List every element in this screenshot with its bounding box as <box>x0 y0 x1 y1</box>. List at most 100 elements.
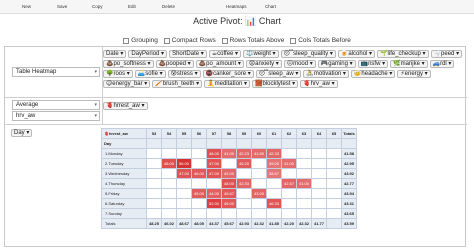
field-pill[interactable]: Date ▾ <box>103 50 127 58</box>
column-total: 48.67 <box>176 218 192 229</box>
field-pill[interactable]: 🪥brush_teeth ▾ <box>152 80 203 88</box>
field-pill[interactable]: 🫀hrv_aw ▾ <box>300 80 338 88</box>
divider <box>5 97 467 98</box>
heatmap-cell <box>191 178 207 189</box>
field-pill[interactable]: ShortDate ▾ <box>169 50 207 58</box>
delete-button[interactable]: Delete <box>162 4 175 9</box>
save-button[interactable]: Save <box>57 4 67 9</box>
column-header: 59 <box>236 128 252 139</box>
column-total: 48.25 <box>146 218 162 229</box>
checkbox-box[interactable] <box>290 37 297 44</box>
header-filler <box>296 138 312 149</box>
heatmap-cell <box>311 208 327 219</box>
row-total: 42.95 <box>341 158 357 169</box>
row-field-pill[interactable]: Day ▾ <box>11 129 33 137</box>
field-pill[interactable]: 🚽peed ▾ <box>430 50 463 58</box>
heatmap-cell: 42.00 <box>221 168 237 179</box>
field-pill[interactable]: 🚙rdl ▾ <box>429 60 455 68</box>
row-total: 41.58 <box>341 148 357 159</box>
field-pill[interactable]: 🌱life_checkup ▾ <box>377 50 429 58</box>
heatmap-cell <box>311 198 327 209</box>
field-pill[interactable]: 🚭canker_sore ▾ <box>202 70 254 78</box>
heatmap-cell <box>146 168 162 179</box>
field-pill[interactable]: 😉energy_bar ▾ <box>103 80 151 88</box>
row-header: 4.Thursday <box>101 178 147 189</box>
heatmap-cell: 41.00 <box>281 158 297 169</box>
heatmap-cell <box>161 188 177 199</box>
heatmaps-button[interactable]: Heatmaps <box>226 4 247 9</box>
totals-row: Totals 48.25 46.02 48.67 48.05 44.37 45.67 42.9… <box>101 218 357 229</box>
checkbox-box[interactable] <box>123 37 130 44</box>
heatmap-cell: 42.67 <box>281 178 297 189</box>
grouping-checkbox[interactable]: Grouping <box>123 37 158 44</box>
chevron-down-icon: ▾ <box>94 69 97 75</box>
heatmap-cell: 42.33 <box>266 148 282 159</box>
checkbox-box[interactable] <box>221 37 228 44</box>
field-pill[interactable]: 💩po_amount ▾ <box>195 60 244 68</box>
heatmap-cell <box>236 208 252 219</box>
heatmap-cell <box>266 188 282 199</box>
chevron-down-icon: ▾ <box>94 113 97 119</box>
heatmap-cell <box>326 188 342 199</box>
field-pill[interactable]: 🛋️sofie ▾ <box>134 70 166 78</box>
heatmap-cell <box>236 168 252 179</box>
field-pill[interactable]: 😐mood ▾ <box>283 60 316 68</box>
field-pill[interactable]: 🚴motivation ▾ <box>303 70 349 78</box>
heatmap-cell: 41.00 <box>296 178 312 189</box>
field-pill[interactable]: 🍺alcohol ▾ <box>337 50 376 58</box>
field-pill[interactable]: 😰stress ▾ <box>167 70 201 78</box>
checkbox-box[interactable] <box>163 37 170 44</box>
heatmap-cell <box>296 168 312 179</box>
aggregator-select[interactable]: Average ▾ <box>12 100 100 110</box>
field-pill[interactable]: DayPeriod ▾ <box>128 50 168 58</box>
cols-totals-before-checkbox[interactable]: Cols Totals Before <box>290 37 351 44</box>
column-total: 41.77 <box>311 218 327 229</box>
row-header: 1.Monday <box>101 148 147 159</box>
heatmap-cell <box>206 178 222 189</box>
edit-button[interactable]: Edit <box>128 4 136 9</box>
copy-button[interactable]: Copy <box>92 4 103 9</box>
field-pill[interactable]: 🌳roos ▾ <box>103 70 133 78</box>
row-total: 43.92 <box>341 168 357 179</box>
field-pill[interactable]: ☕coffee ▾ <box>208 50 242 58</box>
field-pill[interactable]: 💩pooped ▾ <box>155 60 194 68</box>
aggregator-attribute-select[interactable]: hrv_aw ▾ <box>12 111 100 121</box>
rows-totals-above-checkbox[interactable]: Rows Totals Above <box>221 37 284 44</box>
column-header: 64 <box>311 128 327 139</box>
field-pill[interactable]: 📺nsfw ▾ <box>357 60 389 68</box>
heatmap-cell <box>311 188 327 199</box>
heatmap-cell <box>161 208 177 219</box>
heatmap-cell <box>251 158 267 169</box>
heatmap-cell: 47.00 <box>206 168 222 179</box>
field-pill[interactable]: 😟anxiety ▾ <box>245 60 282 68</box>
heatmap-cell <box>176 178 192 189</box>
header-filler <box>266 138 282 149</box>
heatmap-cell <box>281 168 297 179</box>
chart-button[interactable]: Chart <box>265 4 276 9</box>
field-pill[interactable]: ⚖️weight ▾ <box>243 50 279 58</box>
field-pill[interactable]: 🧱blocklytest ▾ <box>251 80 299 88</box>
renderer-select[interactable]: Table Heatmap ▾ <box>12 67 100 77</box>
field-pill[interactable]: 🎮gaming ▾ <box>317 60 356 68</box>
compact-rows-checkbox[interactable]: Compact Rows <box>163 37 216 44</box>
field-pill[interactable]: 🤕headache ▾ <box>350 70 396 78</box>
heatmap-cell <box>176 208 192 219</box>
totals-row-label: Totals <box>101 218 147 229</box>
heatmap-cell <box>161 148 177 159</box>
unused-fields-area: Date ▾ DayPeriod ▾ ShortDate ▾ ☕coffee ▾ ⚖️w… <box>101 47 465 97</box>
new-button[interactable]: New <box>22 4 31 9</box>
field-pill[interactable]: 💩po_softness ▾ <box>103 60 154 68</box>
column-field-pill[interactable]: 🫀hrrest_aw ▾ <box>103 102 148 110</box>
heatmap-cell <box>326 168 342 179</box>
field-pill[interactable]: 🌿marijke ▾ <box>390 60 428 68</box>
heatmap-cell <box>296 188 312 199</box>
field-pill[interactable]: 😴sleep_aw ▾ <box>255 70 302 78</box>
column-header: 56 <box>191 128 207 139</box>
heatmap-cell <box>326 208 342 219</box>
column-header: 58 <box>221 128 237 139</box>
field-pill[interactable]: 😴sleep_quality ▾ <box>280 50 336 58</box>
field-pill[interactable]: 🧘meditation ▾ <box>204 80 250 88</box>
field-pill[interactable]: ⚡energy ▾ <box>397 70 431 78</box>
heatmap-cell <box>176 188 192 199</box>
heatmap-cell <box>311 178 327 189</box>
